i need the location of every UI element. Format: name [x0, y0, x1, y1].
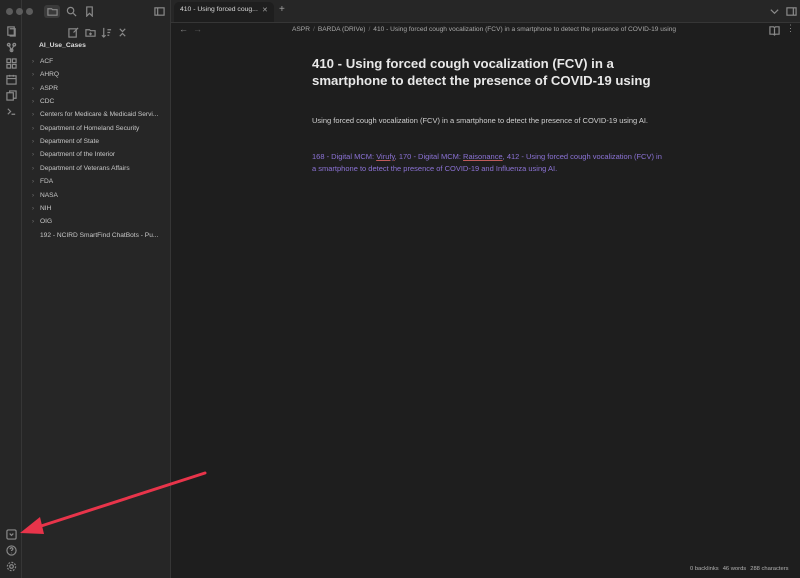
folder-item[interactable]: › CDC	[32, 95, 168, 108]
chevron-right-icon: ›	[32, 99, 34, 106]
tree-item-label: FDA	[40, 178, 54, 186]
tree-item-label: CDC	[40, 98, 55, 106]
chevron-right-icon: ›	[32, 72, 34, 79]
chevron-right-icon: ›	[32, 59, 34, 65]
tree-item-label: Department of the Interior	[40, 151, 116, 159]
breadcrumb-item[interactable]: 410 - Using forced cough vocalization (F…	[373, 26, 676, 33]
tree-item-label: NIH	[40, 204, 52, 212]
sort-icon[interactable]	[100, 27, 112, 39]
search-icon[interactable]	[65, 6, 77, 18]
forward-arrow-icon[interactable]: →	[193, 24, 202, 34]
tree-item-label: ACF	[40, 58, 54, 65]
tree-item-label: Centers for Medicare & Medicaid Servi...	[40, 111, 159, 119]
folder-item[interactable]: › ACF	[32, 55, 168, 68]
tree-item-label: Department of Veterans Affairs	[40, 164, 130, 172]
internal-link-raisonance[interactable]: 170 - Digital MCM: Raisonance	[399, 152, 503, 161]
folder-item[interactable]: › NIH	[32, 202, 168, 215]
chevron-right-icon: ›	[32, 125, 34, 132]
tree-item-label: Department of Homeland Security	[40, 124, 140, 132]
chevron-right-icon: ›	[32, 205, 34, 212]
chevron-right-icon: ›	[32, 165, 34, 172]
folder-item[interactable]: › ASPR	[32, 82, 168, 95]
note-links: 168 - Digital MCM: Virufy, 170 - Digital…	[312, 152, 662, 173]
toggle-right-sidebar-icon[interactable]	[785, 6, 797, 18]
help-icon[interactable]	[5, 545, 17, 557]
chevron-right-icon: ›	[32, 112, 34, 119]
tree-item-label: OIG	[40, 218, 53, 226]
collapse-all-icon[interactable]	[116, 27, 128, 39]
word-count: 46 words	[722, 566, 747, 572]
tab-title: 410 - Using forced coug...	[180, 6, 258, 13]
daily-note-icon[interactable]	[5, 74, 17, 86]
note-description: Using forced cough vocalization (FCV) in…	[312, 116, 649, 125]
chevron-right-icon: ›	[32, 192, 34, 199]
graph-view-icon[interactable]	[5, 42, 17, 54]
tree-item-label: 192 - NCIRD SmartFind ChatBots - Pu...	[40, 231, 159, 239]
folder-item[interactable]: › Department of Veterans Affairs	[32, 162, 168, 175]
left-ribbon	[0, 0, 22, 578]
folder-item[interactable]: › Centers for Medicare & Medicaid Servi..…	[32, 108, 168, 121]
folder-item[interactable]: › NASA	[32, 189, 168, 202]
folder-icon	[46, 6, 58, 18]
vault-switcher-icon[interactable]	[5, 529, 17, 541]
tree-item-label: Department of State	[40, 138, 100, 146]
tree-item-label: AHRQ	[40, 71, 60, 79]
minimize-window-button[interactable]	[16, 8, 23, 15]
more-options-icon[interactable]: ⋮	[786, 23, 795, 34]
breadcrumb-item[interactable]: BARDA (DRIVe)	[318, 26, 366, 33]
terminal-icon[interactable]	[5, 106, 17, 118]
file-item[interactable]: 192 - NCIRD SmartFind ChatBots - Pu...	[32, 229, 168, 242]
status-bar: 0 backlinks 46 words 288 characters	[686, 566, 789, 572]
chevron-down-icon[interactable]	[768, 6, 780, 18]
folder-item[interactable]: › Department of Homeland Security	[32, 122, 168, 135]
chevron-right-icon: ›	[32, 219, 34, 226]
chevron-right-icon: ›	[32, 179, 34, 186]
internal-link-virufy[interactable]: 168 - Digital MCM: Virufy	[312, 152, 395, 161]
folder-item[interactable]: › Department of the Interior	[32, 148, 168, 161]
zoom-window-button[interactable]	[26, 8, 33, 15]
breadcrumb-separator: /	[368, 26, 371, 33]
tree-item-label: ASPR	[40, 84, 58, 92]
character-count: 288 characters	[750, 566, 789, 572]
folder-item[interactable]: › FDA	[32, 175, 168, 188]
bookmark-icon[interactable]	[83, 6, 95, 18]
backlinks-count[interactable]: 0 backlinks	[690, 566, 719, 572]
close-window-button[interactable]	[6, 8, 13, 15]
vault-name[interactable]: AI_Use_Cases	[39, 42, 86, 49]
folder-item[interactable]: › OIG	[32, 215, 168, 228]
folder-item[interactable]: › AHRQ	[32, 68, 168, 81]
chevron-right-icon: ›	[32, 85, 34, 92]
chevron-right-icon: ›	[32, 152, 34, 159]
reading-view-icon[interactable]	[768, 25, 780, 37]
file-switcher-icon[interactable]	[5, 26, 17, 38]
tab-close-icon[interactable]: ✕	[262, 6, 268, 14]
toggle-sidebar-icon[interactable]	[153, 6, 165, 18]
settings-gear-icon[interactable]	[5, 561, 17, 573]
canvas-icon[interactable]	[5, 58, 17, 70]
breadcrumb: ASPR / BARDA (DRIVe)/410 - Using forced co…	[292, 26, 676, 33]
breadcrumb-item[interactable]: ASPR	[292, 26, 310, 33]
new-folder-icon[interactable]	[84, 27, 96, 39]
back-arrow-icon[interactable]: ←	[179, 24, 188, 34]
new-note-icon[interactable]	[67, 27, 79, 39]
breadcrumb-separator: /	[312, 26, 315, 33]
templates-icon[interactable]	[5, 90, 17, 102]
tree-item-label: NASA	[40, 191, 58, 199]
note-title: 410 - Using forced cough vocalization (F…	[312, 56, 651, 88]
folder-item[interactable]: › Department of State	[32, 135, 168, 148]
chevron-right-icon: ›	[32, 139, 34, 146]
new-tab-button[interactable]: +	[279, 4, 285, 15]
